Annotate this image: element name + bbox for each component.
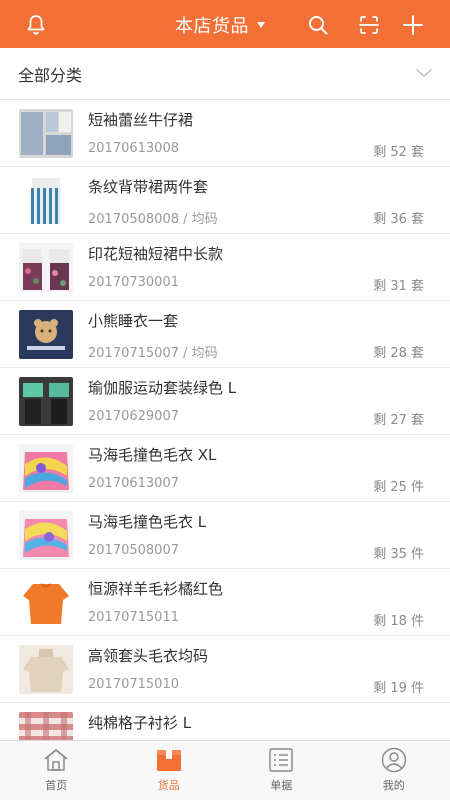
- product-thumbnail: [19, 511, 73, 560]
- product-code: 20170508008 / 均码: [88, 212, 218, 227]
- box-icon: [156, 750, 181, 771]
- product-code: 20170730001: [88, 275, 179, 290]
- tab-profile[interactable]: 我的: [338, 741, 450, 800]
- product-name: 瑜伽服运动套装绿色 L: [88, 379, 237, 397]
- stock-count: 剩 52 套: [373, 145, 424, 160]
- chevron-down-icon[interactable]: [414, 66, 434, 80]
- product-row[interactable]: 印花短袖短裙中长款 20170730001 剩 31 套: [0, 234, 450, 301]
- product-thumbnail: [19, 176, 73, 225]
- user-icon: [381, 747, 406, 773]
- product-name: 纯棉格子衬衫 L: [88, 714, 192, 732]
- document-list-icon: [269, 748, 293, 772]
- product-row[interactable]: 瑜伽服运动套装绿色 L 20170629007 剩 27 套: [0, 368, 450, 435]
- product-thumbnail: [19, 645, 73, 694]
- product-code: 20170715011: [88, 610, 179, 625]
- scan-icon[interactable]: [357, 13, 381, 37]
- product-code: 20170715010: [88, 677, 179, 692]
- product-name: 马海毛撞色毛衣 XL: [88, 446, 217, 464]
- page-title: 本店货品: [175, 16, 249, 37]
- product-thumbnail: [19, 109, 73, 158]
- product-name: 高领套头毛衣均码: [88, 647, 209, 665]
- product-code: 20170629007: [88, 409, 179, 424]
- tab-home[interactable]: 首页: [0, 741, 113, 800]
- tab-label: 我的: [382, 779, 405, 792]
- product-row[interactable]: 条纹背带裙两件套 20170508008 / 均码 剩 36 套: [0, 167, 450, 234]
- tab-label: 货品: [157, 779, 180, 792]
- product-thumbnail: [19, 578, 73, 627]
- stock-count: 剩 36 套: [373, 212, 424, 227]
- store-selector[interactable]: 本店货品: [175, 12, 265, 38]
- plus-icon[interactable]: [401, 13, 425, 37]
- product-name: 条纹背带裙两件套: [88, 178, 209, 196]
- product-name: 小熊睡衣一套: [88, 312, 179, 330]
- stock-count: 剩 18 件: [373, 614, 424, 629]
- product-thumbnail: [19, 444, 73, 493]
- stock-count: 剩 27 套: [373, 413, 424, 428]
- product-row[interactable]: 恒源祥羊毛衫橘红色 20170715011 剩 18 件: [0, 569, 450, 636]
- bell-icon[interactable]: [24, 13, 48, 37]
- tab-documents[interactable]: 单据: [225, 741, 338, 800]
- stock-count: 剩 28 套: [373, 346, 424, 361]
- tab-goods[interactable]: 货品: [113, 741, 226, 800]
- product-code: 20170715007 / 均码: [88, 346, 218, 361]
- product-thumbnail: [19, 712, 73, 740]
- product-row[interactable]: 小熊睡衣一套 20170715007 / 均码 剩 28 套: [0, 301, 450, 368]
- product-name: 印花短袖短裙中长款: [88, 245, 224, 263]
- stock-count: 剩 31 套: [373, 279, 424, 294]
- stock-count: 剩 35 件: [373, 547, 424, 562]
- category-label: 全部分类: [18, 66, 83, 85]
- product-name: 马海毛撞色毛衣 L: [88, 513, 207, 531]
- product-thumbnail: [19, 310, 73, 359]
- product-name: 短袖蕾丝牛仔裙: [88, 111, 194, 129]
- home-icon: [44, 749, 68, 771]
- product-list: 短袖蕾丝牛仔裙 20170613008 剩 52 套 条纹背带裙两件套 2017…: [0, 100, 450, 740]
- product-code: 20170613008: [88, 141, 179, 156]
- product-name: 恒源祥羊毛衫橘红色: [88, 580, 224, 598]
- top-bar: 本店货品: [0, 0, 450, 48]
- product-row[interactable]: 纯棉格子衬衫 L: [0, 703, 450, 740]
- category-filter[interactable]: 全部分类: [0, 48, 450, 100]
- product-thumbnail: [19, 243, 73, 292]
- product-code: 20170613007: [88, 476, 179, 491]
- product-row[interactable]: 马海毛撞色毛衣 XL 20170613007 剩 25 件: [0, 435, 450, 502]
- caret-down-icon: [257, 22, 265, 28]
- tab-label: 首页: [45, 779, 68, 792]
- bottom-tab-bar: 首页 货品 单据 我的: [0, 740, 450, 800]
- search-icon[interactable]: [306, 13, 330, 37]
- tab-label: 单据: [270, 779, 293, 792]
- product-row[interactable]: 高领套头毛衣均码 20170715010 剩 19 件: [0, 636, 450, 703]
- product-code: 20170508007: [88, 543, 179, 558]
- stock-count: 剩 19 件: [373, 681, 424, 696]
- product-thumbnail: [19, 377, 73, 426]
- product-row[interactable]: 马海毛撞色毛衣 L 20170508007 剩 35 件: [0, 502, 450, 569]
- stock-count: 剩 25 件: [373, 480, 424, 495]
- product-row[interactable]: 短袖蕾丝牛仔裙 20170613008 剩 52 套: [0, 100, 450, 167]
